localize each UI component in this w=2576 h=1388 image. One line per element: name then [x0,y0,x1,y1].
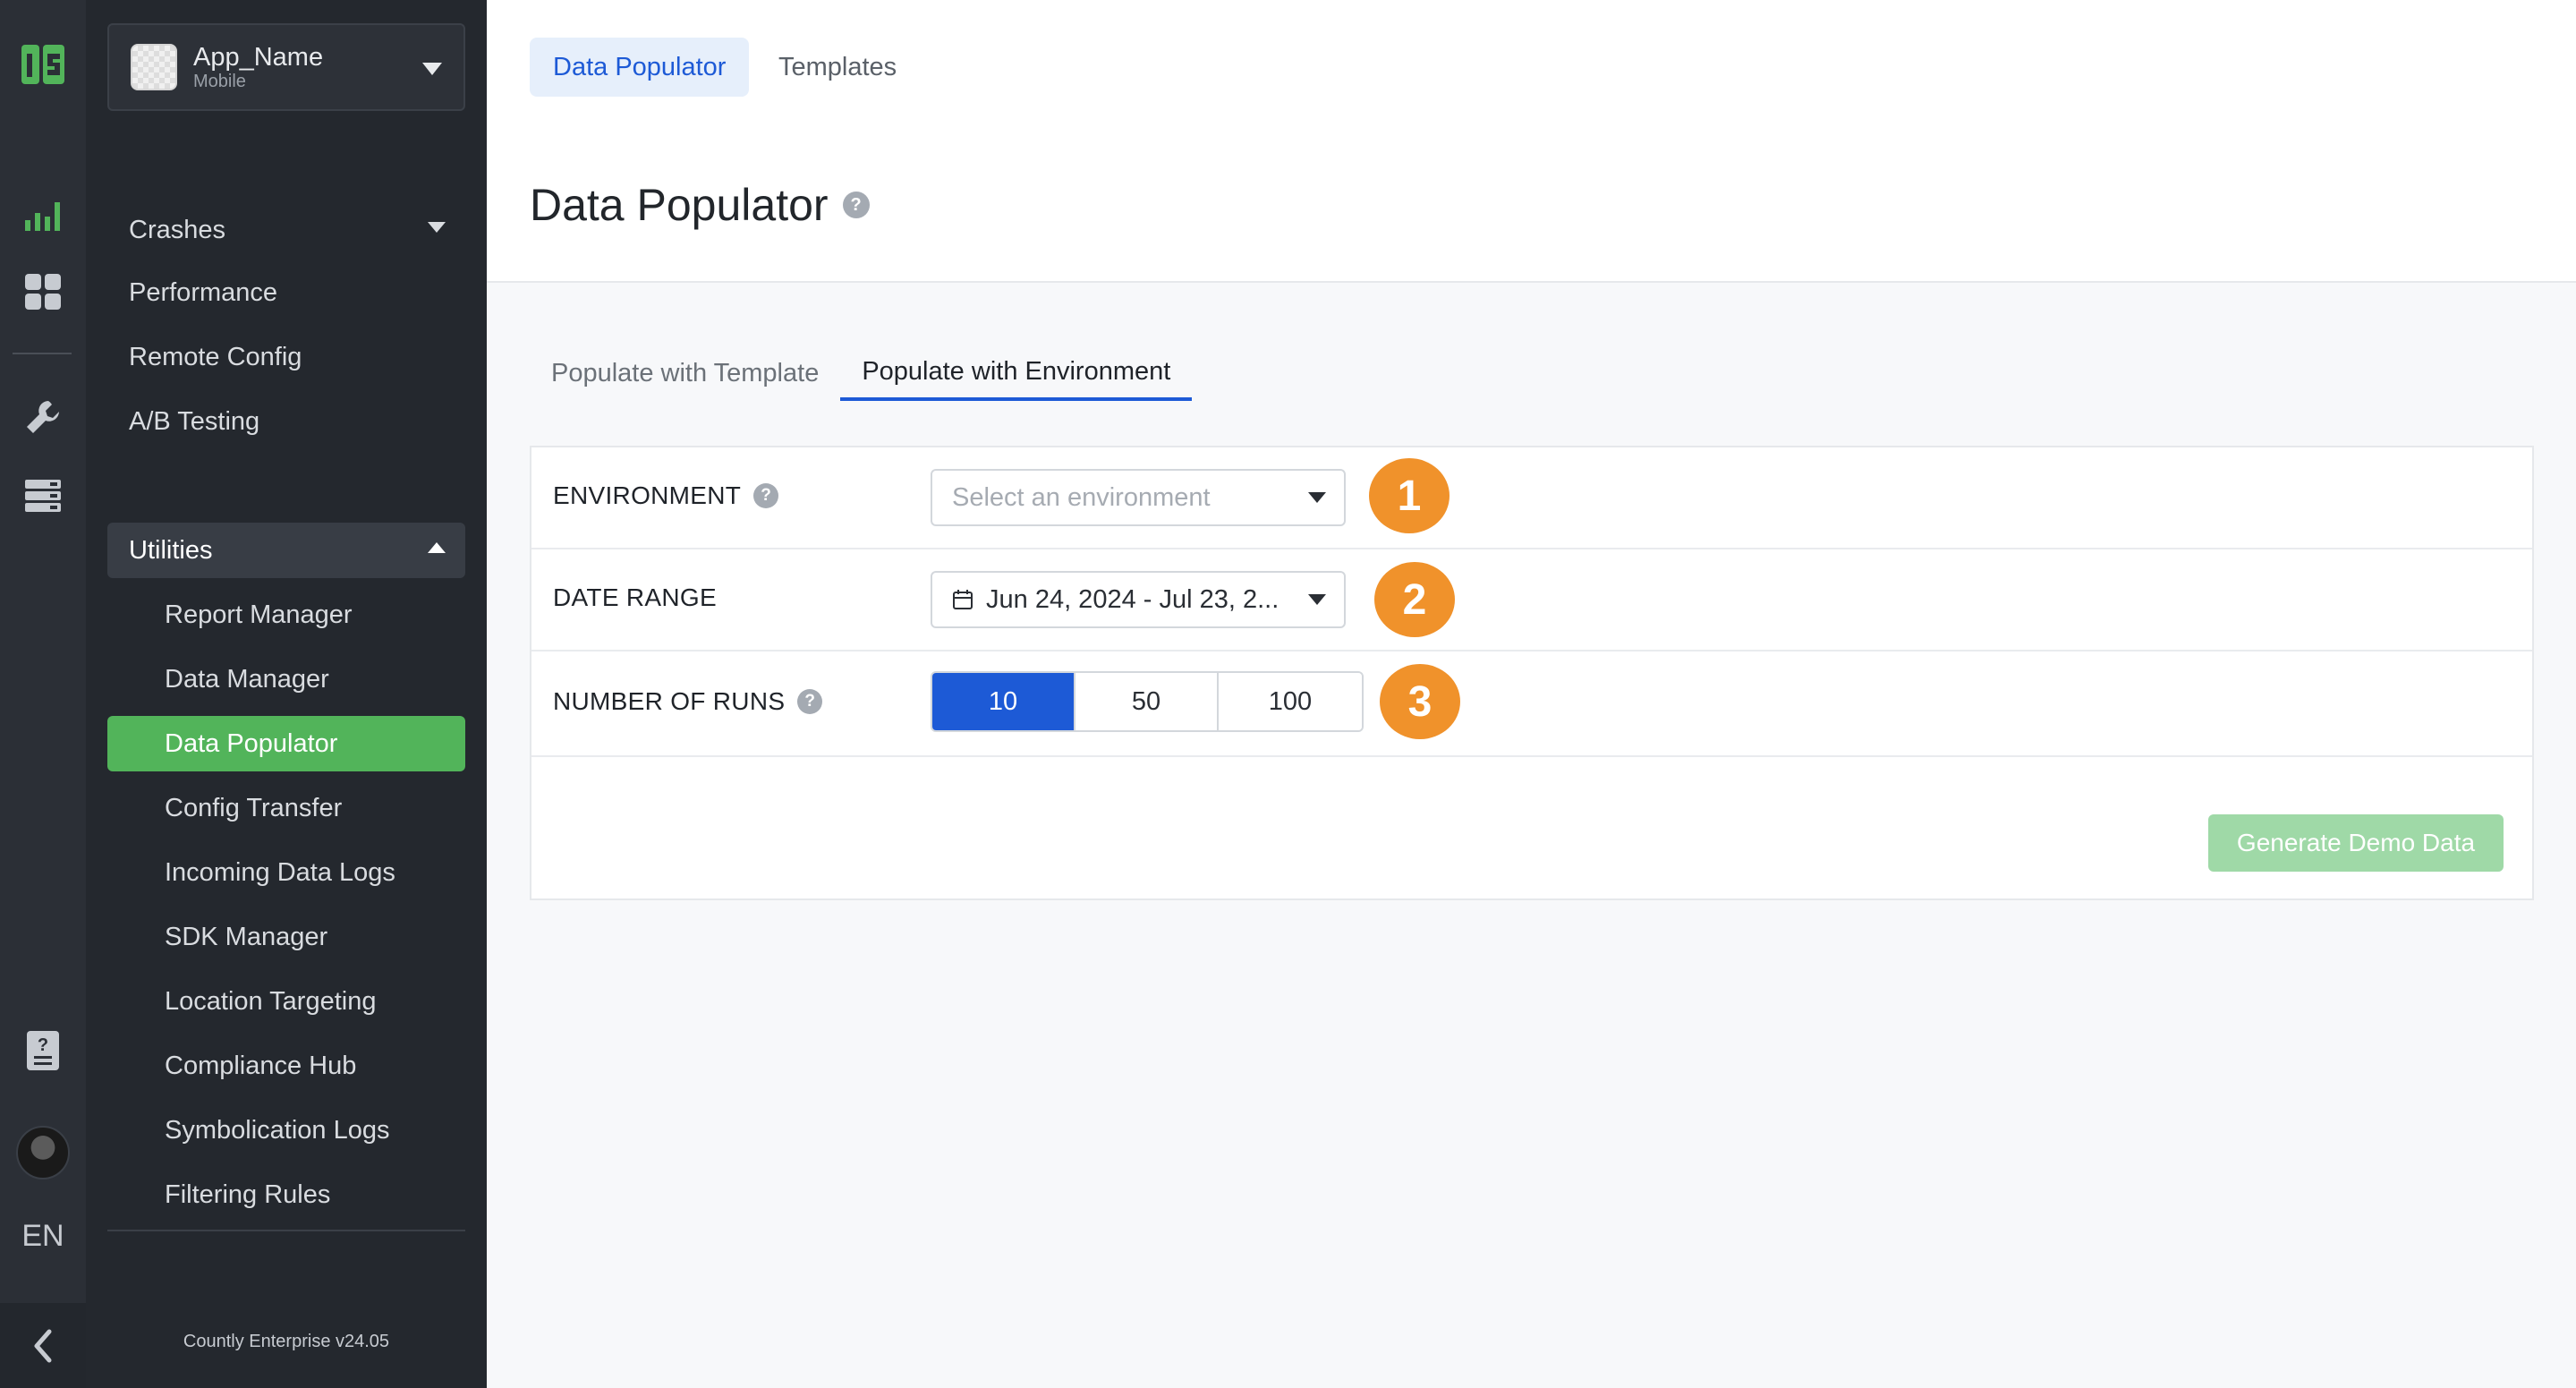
sidebar-item-label: Compliance Hub [165,1051,357,1080]
sidebar-item-remote-config[interactable]: Remote Config [107,329,465,385]
user-avatar[interactable] [16,1126,70,1179]
sidebar-item-ab-testing[interactable]: A/B Testing [107,394,465,449]
sidebar-item-filtering-rules[interactable]: Filtering Rules [107,1167,465,1222]
sidebar-item-label: A/B Testing [129,406,260,436]
tab-data-populator[interactable]: Data Populator [530,38,750,97]
sidebar-item-data-manager[interactable]: Data Manager [107,651,465,707]
number-of-runs-options: 10 50 100 [931,671,1364,732]
runs-option-100[interactable]: 100 [1219,673,1362,730]
sidebar-item-label: Data Manager [165,664,329,694]
sidebar-item-config-transfer[interactable]: Config Transfer [107,780,465,836]
sidebar-item-label: Performance [129,277,278,307]
dashboard-icon[interactable] [21,270,64,313]
app-icon [131,44,177,90]
caret-down-icon [422,63,442,75]
sidebar-item-report-manager[interactable]: Report Manager [107,587,465,643]
sidebar-item-data-populator[interactable]: Data Populator [107,716,465,771]
sidebar-item-label: Data Populator [165,728,338,758]
date-range-label-text: DATE RANGE [553,583,717,611]
database-icon[interactable] [21,474,64,517]
environment-select[interactable]: Select an environment [931,469,1346,526]
populate-form-card: ENVIRONMENT ? Select an environment 1 DA… [530,446,2534,900]
environment-placeholder: Select an environment [952,482,1211,512]
step-badge-1: 1 [1369,458,1450,533]
sidebar-item-label: Filtering Rules [165,1179,331,1209]
date-range-picker[interactable]: Jun 24, 2024 - Jul 23, 2... [931,571,1346,628]
sidebar-group-label: Utilities [129,535,213,565]
sidebar-item-compliance-hub[interactable]: Compliance Hub [107,1038,465,1094]
sidebar-item-incoming-data-logs[interactable]: Incoming Data Logs [107,845,465,900]
sidebar-item-label: Config Transfer [165,793,343,822]
tab-populate-with-template[interactable]: Populate with Template [530,345,840,401]
wrench-icon[interactable] [21,396,64,439]
tab-templates[interactable]: Templates [755,38,920,97]
sidebar-item-label: Incoming Data Logs [165,857,395,887]
help-center-icon[interactable]: ? [21,1029,64,1072]
app-name: App_Name [193,43,324,72]
calendar-icon [953,590,973,609]
sidebar-item-symbolication-logs[interactable]: Symbolication Logs [107,1103,465,1158]
environment-row: ENVIRONMENT ? Select an environment 1 [531,447,2532,549]
app-type: Mobile [193,72,246,91]
environment-label: ENVIRONMENT ? [553,481,779,510]
date-range-row: DATE RANGE Jun 24, 2024 - Jul 23, 2... 2 [531,549,2532,651]
countly-logo-icon[interactable] [20,41,66,88]
chevron-left-icon [34,1329,52,1362]
sidebar-divider [107,1230,465,1231]
generate-demo-data-button[interactable]: Generate Demo Data [2208,814,2504,872]
caret-down-icon [1308,594,1326,605]
help-icon[interactable]: ? [753,483,779,508]
caret-down-icon [428,222,446,233]
analytics-icon[interactable] [21,193,64,236]
icon-rail: ? EN [0,0,86,1388]
sidebar-item-label: Symbolication Logs [165,1115,390,1145]
step-badge-3: 3 [1380,664,1460,739]
sidebar-item-performance[interactable]: Performance [107,265,465,320]
number-of-runs-label-text: NUMBER OF RUNS [553,687,786,715]
sidebar: App_Name Mobile Crashes Performance Remo… [86,0,487,1388]
sidebar-item-label: Crashes [129,215,225,244]
caret-up-icon [428,542,446,553]
runs-option-10[interactable]: 10 [932,673,1075,730]
sidebar-item-sdk-manager[interactable]: SDK Manager [107,909,465,965]
sidebar-item-location-targeting[interactable]: Location Targeting [107,974,465,1029]
svg-text:?: ? [38,1035,48,1055]
page-title-text: Data Populator [530,180,829,230]
date-range-value: Jun 24, 2024 - Jul 23, 2... [986,584,1279,614]
populate-mode-tabs: Populate with Template Populate with Env… [530,345,1193,401]
language-switch[interactable]: EN [0,1219,86,1254]
sidebar-item-label: SDK Manager [165,922,328,951]
environment-label-text: ENVIRONMENT [553,481,742,509]
tab-populate-with-environment[interactable]: Populate with Environment [840,345,1193,401]
help-icon[interactable]: ? [842,192,870,218]
sidebar-item-crashes[interactable]: Crashes [107,202,465,258]
rail-divider [13,353,72,354]
collapse-sidebar-button[interactable] [0,1303,86,1388]
date-range-label: DATE RANGE [553,583,717,612]
step-badge-2: 2 [1374,562,1455,637]
app-selector[interactable]: App_Name Mobile [107,23,465,111]
help-icon[interactable]: ? [797,689,823,714]
page-title: Data Populator ? [530,179,870,231]
number-of-runs-label: NUMBER OF RUNS ? [553,687,823,716]
number-of-runs-row: NUMBER OF RUNS ? 10 50 100 3 [531,651,2532,757]
sidebar-item-label: Remote Config [129,342,302,371]
caret-down-icon [1308,492,1326,503]
version-label: Countly Enterprise v24.05 [183,1332,390,1351]
runs-option-50[interactable]: 50 [1075,673,1219,730]
sidebar-item-label: Report Manager [165,600,353,629]
page-header: Data Populator Templates Data Populator … [487,0,2576,283]
sidebar-group-utilities[interactable]: Utilities [107,523,465,578]
sidebar-item-label: Location Targeting [165,986,377,1016]
